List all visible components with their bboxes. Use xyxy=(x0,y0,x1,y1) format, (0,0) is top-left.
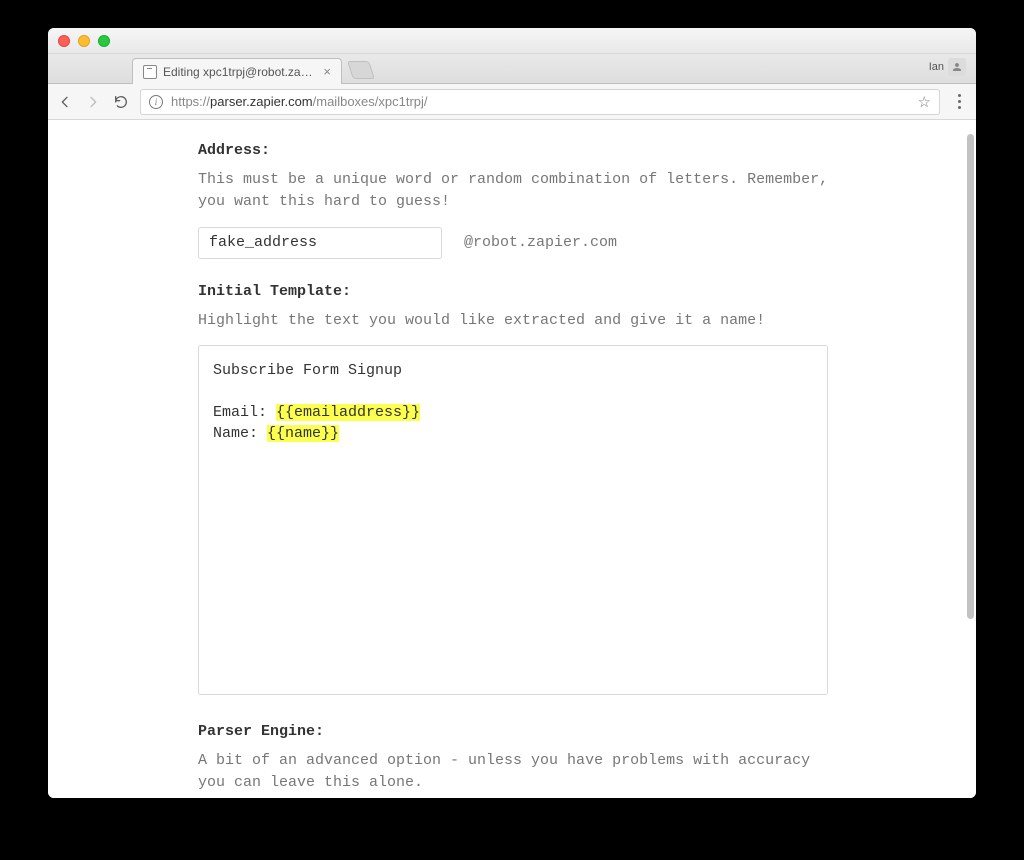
template-email-prefix: Email: xyxy=(213,404,276,421)
address-help-text: This must be a unique word or random com… xyxy=(198,169,846,213)
address-label: Address: xyxy=(198,142,846,159)
address-input[interactable] xyxy=(198,227,442,259)
profile-chip[interactable]: Ian xyxy=(929,58,966,76)
address-suffix: @robot.zapier.com xyxy=(464,234,617,251)
engine-label: Parser Engine: xyxy=(198,723,846,740)
template-line-1: Subscribe Form Signup xyxy=(213,362,402,379)
template-editor[interactable]: Subscribe Form Signup Email: {{emailaddr… xyxy=(198,345,828,695)
new-tab-button[interactable] xyxy=(347,61,375,79)
page-content: Address: This must be a unique word or r… xyxy=(48,120,868,798)
site-info-icon[interactable]: i xyxy=(149,95,163,109)
profile-avatar-icon xyxy=(948,58,966,76)
mac-titlebar xyxy=(48,28,976,54)
window-controls xyxy=(48,35,110,47)
close-window-button[interactable] xyxy=(58,35,70,47)
minimize-window-button[interactable] xyxy=(78,35,90,47)
address-row: @robot.zapier.com xyxy=(198,227,846,259)
tab-title: Editing xpc1trpj@robot.zapier… xyxy=(163,65,315,79)
template-name-prefix: Name: xyxy=(213,425,267,442)
tab-strip: Editing xpc1trpj@robot.zapier… × Ian xyxy=(48,54,976,84)
template-token-name[interactable]: {{name}} xyxy=(267,425,339,442)
browser-menu-button[interactable] xyxy=(950,94,968,109)
bookmark-star-icon[interactable]: ☆ xyxy=(918,93,931,111)
template-help-text: Highlight the text you would like extrac… xyxy=(198,310,846,332)
browser-toolbar: i https://parser.zapier.com/mailboxes/xp… xyxy=(48,84,976,120)
url-text: https://parser.zapier.com/mailboxes/xpc1… xyxy=(171,94,910,109)
back-button[interactable] xyxy=(56,93,74,111)
engine-help-text: A bit of an advanced option - unless you… xyxy=(198,750,846,794)
profile-name: Ian xyxy=(929,61,944,73)
scroll-thumb[interactable] xyxy=(967,134,974,619)
fullscreen-window-button[interactable] xyxy=(98,35,110,47)
page-favicon-icon xyxy=(143,65,157,79)
close-tab-icon[interactable]: × xyxy=(323,65,331,78)
page-viewport: Address: This must be a unique word or r… xyxy=(48,120,976,798)
forward-button[interactable] xyxy=(84,93,102,111)
browser-tab-active[interactable]: Editing xpc1trpj@robot.zapier… × xyxy=(132,58,342,84)
vertical-scrollbar[interactable] xyxy=(967,122,974,796)
template-label: Initial Template: xyxy=(198,283,846,300)
reload-button[interactable] xyxy=(112,93,130,111)
browser-window: Editing xpc1trpj@robot.zapier… × Ian i h… xyxy=(48,28,976,798)
template-token-email[interactable]: {{emailaddress}} xyxy=(276,404,420,421)
address-bar[interactable]: i https://parser.zapier.com/mailboxes/xp… xyxy=(140,89,940,115)
